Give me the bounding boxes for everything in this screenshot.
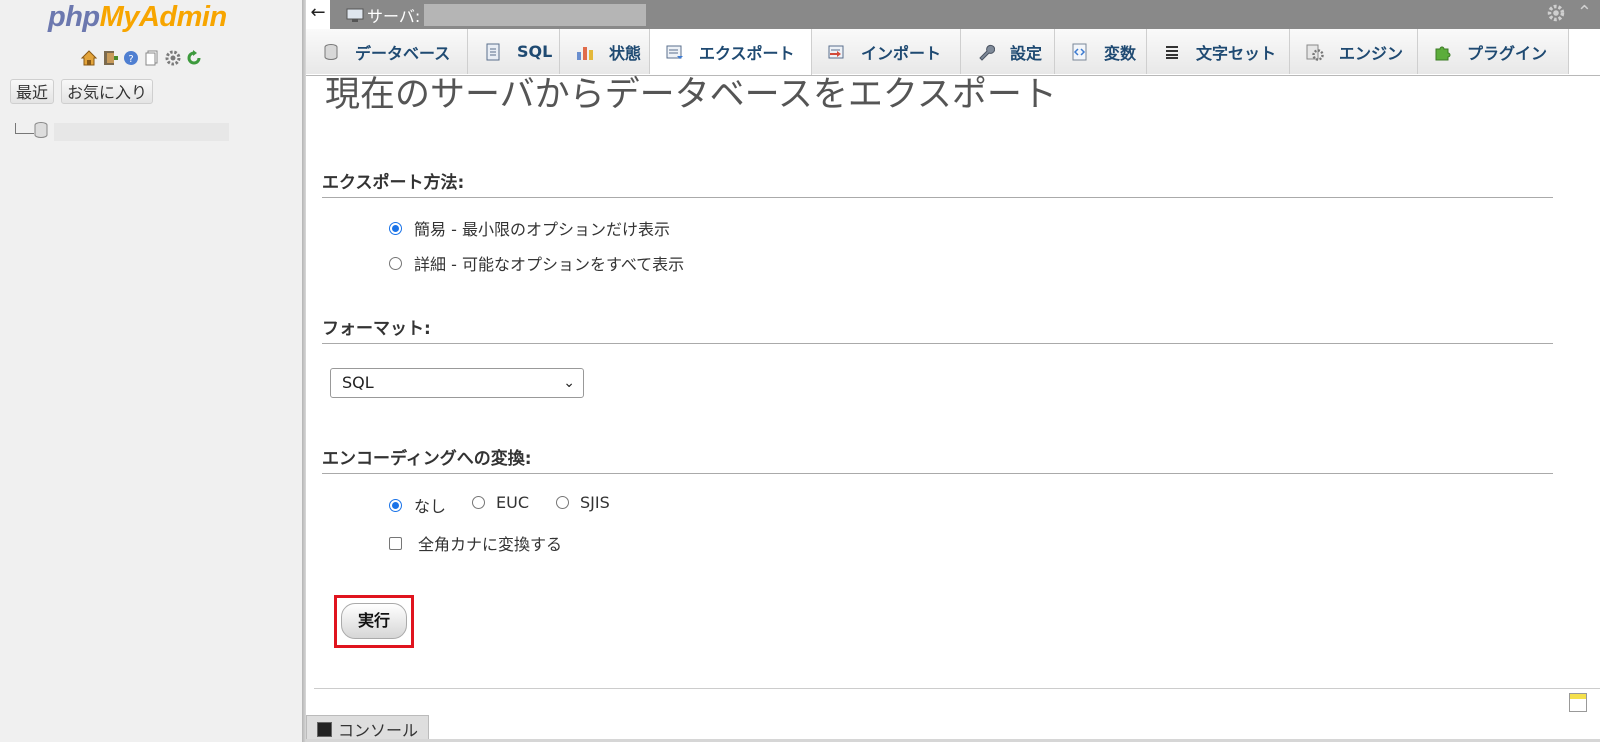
import-icon xyxy=(827,42,847,62)
logo-php-text: php xyxy=(48,1,100,33)
tab-label: プラグイン xyxy=(1467,43,1548,63)
encoding-heading: エンコーディングへの変換: xyxy=(322,444,1553,474)
help-icon[interactable]: ? xyxy=(122,49,140,67)
export-method-custom-radio[interactable] xyxy=(389,256,402,270)
page-title: 現在のサーバからデータベースをエクスポート xyxy=(325,75,1057,115)
encoding-sjis-option[interactable]: SJIS xyxy=(556,493,610,512)
page-settings-gear-icon[interactable] xyxy=(1546,3,1566,27)
export-method-custom-label: 詳細 - 可能なオプションをすべて表示 xyxy=(414,255,685,274)
encoding-sjis-label: SJIS xyxy=(580,493,610,512)
favorites-button[interactable]: お気に入り xyxy=(61,79,154,104)
wrench-icon xyxy=(976,42,996,62)
recent-button[interactable]: 最近 xyxy=(10,79,55,104)
docs-icon[interactable] xyxy=(143,49,161,67)
server-breadcrumb[interactable]: サーバ: xyxy=(346,0,647,29)
database-name-redacted[interactable] xyxy=(54,123,229,141)
export-method-quick-option[interactable]: 簡易 - 最小限のオプションだけ表示 xyxy=(389,216,670,240)
collapse-top-menu-icon[interactable]: ⌃ xyxy=(1577,2,1592,23)
kana-convert-checkbox[interactable] xyxy=(389,536,402,550)
navigation-resizer[interactable] xyxy=(302,0,306,742)
chevron-down-icon: ⌄ xyxy=(563,375,575,391)
charset-icon xyxy=(1162,42,1182,62)
tab-label: SQL xyxy=(517,42,553,61)
format-select[interactable]: SQL ⌄ xyxy=(330,368,584,398)
settings-gear-icon[interactable] xyxy=(164,49,182,67)
tab-label: 文字セット xyxy=(1196,43,1277,63)
kana-convert-label: 全角カナに変換する xyxy=(418,535,563,554)
encoding-euc-label: EUC xyxy=(496,493,529,512)
plugin-icon xyxy=(1433,42,1453,62)
phpmyadmin-logo[interactable]: phpMyAdmin xyxy=(48,1,227,34)
export-icon xyxy=(665,42,685,62)
console-icon xyxy=(317,721,332,737)
tree-connector xyxy=(15,122,34,134)
database-icon xyxy=(34,122,48,142)
logo-myadmin-text: MyAdmin xyxy=(99,1,228,33)
back-arrow-icon[interactable]: ← xyxy=(306,0,330,29)
tab-label: エンジン xyxy=(1339,43,1404,63)
logout-icon[interactable] xyxy=(101,49,119,67)
tab-label: インポート xyxy=(861,43,942,63)
encoding-none-radio[interactable] xyxy=(389,498,402,512)
format-selected-value: SQL xyxy=(342,373,374,392)
export-method-quick-label: 簡易 - 最小限のオプションだけ表示 xyxy=(414,220,670,239)
tab-variables[interactable]: 変数 xyxy=(1055,29,1147,74)
tab-charsets[interactable]: 文字セット xyxy=(1147,29,1290,74)
format-heading: フォーマット: xyxy=(322,314,1553,344)
encoding-none-label: なし xyxy=(414,497,447,516)
console-label: コンソール xyxy=(338,721,419,740)
tab-label: 変数 xyxy=(1104,43,1137,63)
tab-label: 設定 xyxy=(1010,43,1043,63)
server-label: サーバ: xyxy=(367,6,421,26)
tab-label: データベース xyxy=(355,43,451,63)
engine-icon xyxy=(1305,42,1325,62)
sql-icon xyxy=(483,42,503,62)
footer-divider xyxy=(314,688,1600,689)
tab-label: 状態 xyxy=(609,43,642,63)
encoding-sjis-radio[interactable] xyxy=(556,496,569,509)
tab-label: エクスポート xyxy=(699,44,795,63)
status-chart-icon xyxy=(575,42,595,62)
home-icon[interactable] xyxy=(80,49,98,67)
tab-plugins[interactable]: プラグイン xyxy=(1418,29,1569,74)
variables-icon xyxy=(1070,42,1090,62)
sticky-note-icon[interactable] xyxy=(1569,693,1587,712)
server-icon xyxy=(346,7,364,23)
go-button[interactable]: 実行 xyxy=(341,603,407,639)
export-method-heading: エクスポート方法: xyxy=(322,168,1553,198)
encoding-euc-option[interactable]: EUC xyxy=(472,493,529,512)
encoding-euc-radio[interactable] xyxy=(472,496,485,509)
svg-text:?: ? xyxy=(128,54,133,65)
tab-engines[interactable]: エンジン xyxy=(1290,29,1418,74)
nav-quick-icons: ? xyxy=(80,49,203,67)
export-method-custom-option[interactable]: 詳細 - 可能なオプションをすべて表示 xyxy=(389,251,684,275)
kana-convert-option[interactable]: 全角カナに変換する xyxy=(389,531,562,555)
database-tree xyxy=(15,122,229,142)
navigation-panel: phpMyAdmin ? 最近 お気に入り xyxy=(0,0,302,742)
server-breadcrumb-bar: ← サーバ: ⌃ xyxy=(306,0,1600,29)
console-toggle[interactable]: コンソール xyxy=(306,715,429,742)
export-method-quick-radio[interactable] xyxy=(389,221,402,235)
server-name-redacted xyxy=(424,3,647,26)
encoding-none-option[interactable]: なし xyxy=(389,493,446,517)
database-icon xyxy=(321,42,341,62)
reload-icon[interactable] xyxy=(185,49,203,67)
